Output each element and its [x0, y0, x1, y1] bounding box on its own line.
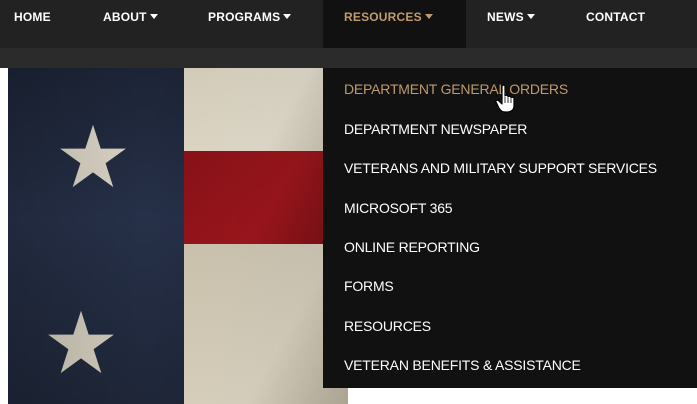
nav-programs-label: PROGRAMS	[208, 10, 281, 24]
nav-resources-label: RESOURCES	[344, 10, 422, 24]
menu-item-department-newspaper[interactable]: DEPARTMENT NEWSPAPER	[344, 119, 527, 139]
caret-down-icon	[526, 14, 535, 20]
menu-item-microsoft-365[interactable]: MICROSOFT 365	[344, 198, 453, 218]
nav-about-label: ABOUT	[103, 10, 147, 24]
resources-dropdown-menu: DEPARTMENT GENERAL ORDERS DEPARTMENT NEW…	[323, 68, 697, 388]
nav-news[interactable]: NEWS	[487, 0, 535, 34]
star-icon	[60, 124, 126, 188]
nav-programs[interactable]: PROGRAMS	[208, 0, 292, 34]
menu-item-department-general-orders[interactable]: DEPARTMENT GENERAL ORDERS	[344, 79, 568, 99]
page: HOME ABOUT PROGRAMS RESOURCES NEWS CONTA…	[0, 0, 697, 404]
menu-item-online-reporting[interactable]: ONLINE REPORTING	[344, 237, 480, 257]
nav-home-label: HOME	[14, 10, 51, 24]
caret-down-icon	[149, 14, 158, 20]
caret-down-icon	[424, 14, 433, 20]
nav-about[interactable]: ABOUT	[103, 0, 158, 34]
nav-news-label: NEWS	[487, 10, 524, 24]
menu-item-forms[interactable]: FORMS	[344, 276, 394, 296]
hero-flag-image	[8, 68, 348, 404]
nav-resources[interactable]: RESOURCES	[344, 0, 433, 34]
menu-item-veteran-benefits[interactable]: VETERAN BENEFITS & ASSISTANCE	[344, 355, 581, 375]
hero-top-strip	[0, 48, 697, 68]
menu-item-resources[interactable]: RESOURCES	[344, 316, 431, 336]
caret-down-icon	[283, 14, 292, 20]
menu-item-veterans-military-support[interactable]: VETERANS AND MILITARY SUPPORT SERVICES	[344, 158, 657, 178]
nav-home[interactable]: HOME	[14, 0, 51, 34]
nav-contact-label: CONTACT	[586, 10, 646, 24]
nav-contact[interactable]: CONTACT	[586, 0, 645, 34]
star-icon	[48, 310, 114, 374]
